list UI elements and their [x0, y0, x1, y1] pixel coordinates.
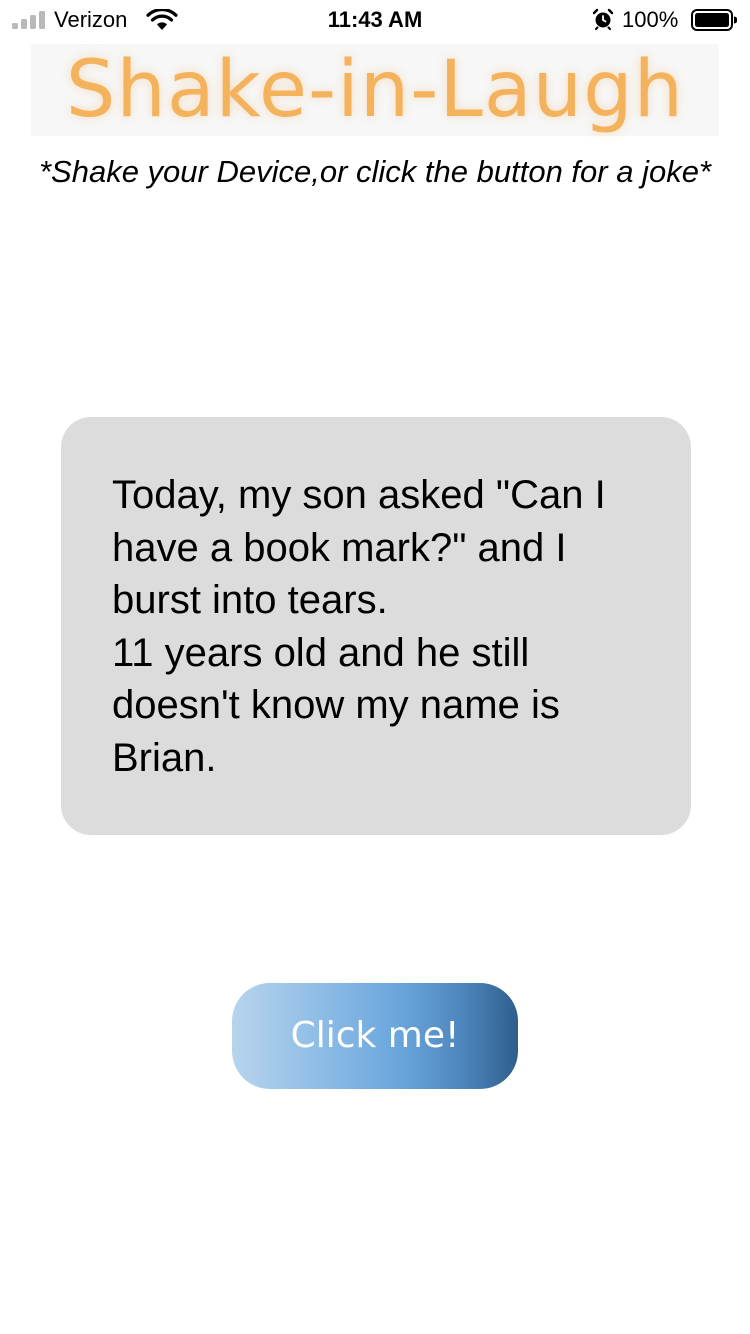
- joke-text-line: Today, my son asked "Can I: [112, 473, 606, 517]
- joke-card: Today, my son asked "Can I have a book m…: [61, 417, 691, 835]
- battery-icon: [691, 9, 737, 31]
- get-joke-button[interactable]: Click me!: [232, 983, 518, 1089]
- joke-text-line: doesn't know my name is: [112, 683, 560, 727]
- status-bar: Verizon 11:43 AM 100%: [0, 0, 750, 40]
- app-title: Shake-in-Laugh: [31, 44, 719, 136]
- joke-text-line: burst into tears.: [112, 578, 388, 622]
- battery-percent: 100%: [622, 7, 679, 32]
- app-subtitle: *Shake your Device,or click the button f…: [38, 154, 711, 189]
- alarm-clock-icon: [592, 8, 614, 30]
- joke-text-line: 11 years old and he still: [112, 630, 530, 675]
- joke-text-line: Brian.: [112, 735, 217, 780]
- joke-text-line: have a book mark?" and I: [112, 525, 567, 570]
